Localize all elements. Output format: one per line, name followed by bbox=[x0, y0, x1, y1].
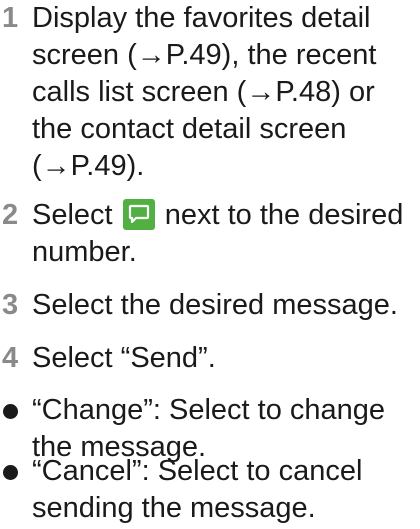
step-text-line: number. bbox=[32, 236, 137, 268]
message-bubble-icon bbox=[122, 199, 155, 230]
bullet-icon bbox=[3, 404, 18, 419]
step-number: 2 bbox=[2, 199, 19, 231]
step-text: Select next to the desired number. bbox=[32, 197, 420, 271]
step-text: Select “Send”. bbox=[32, 340, 420, 377]
note-text: “Cancel”: Select to cancel sending the m… bbox=[32, 453, 420, 527]
step-text-line: screen (→P.49), the recent bbox=[32, 39, 377, 71]
note-text-line: “Change”: Select to change bbox=[32, 394, 386, 426]
step-text-before-icon: Select bbox=[32, 199, 113, 231]
note-text-line: sending the message. bbox=[32, 492, 316, 524]
step-text-line: Select “Send”. bbox=[32, 342, 216, 374]
note-text-line: “Cancel”: Select to cancel bbox=[32, 455, 363, 487]
step-number: 3 bbox=[2, 289, 19, 321]
step-text: Select the desired message. bbox=[32, 287, 420, 324]
step-text-line: (→P.49). bbox=[32, 150, 145, 182]
step-text-line: calls list screen (→P.48) or bbox=[32, 76, 375, 108]
step-text-line: Display the favorites detail bbox=[32, 2, 371, 34]
step-text-after-icon: next to the desired bbox=[164, 199, 404, 231]
instruction-page: 1 Display the favorites detail screen (→… bbox=[0, 0, 420, 529]
step-number: 4 bbox=[2, 342, 19, 374]
step-text-line: the contact detail screen bbox=[32, 113, 347, 145]
step-text-line: Select next to the desired bbox=[32, 197, 420, 234]
bullet-icon bbox=[3, 465, 18, 480]
step-number: 1 bbox=[2, 2, 19, 34]
step-text-line: Select the desired message. bbox=[32, 289, 398, 321]
step-text: Display the favorites detail screen (→P.… bbox=[32, 0, 420, 185]
